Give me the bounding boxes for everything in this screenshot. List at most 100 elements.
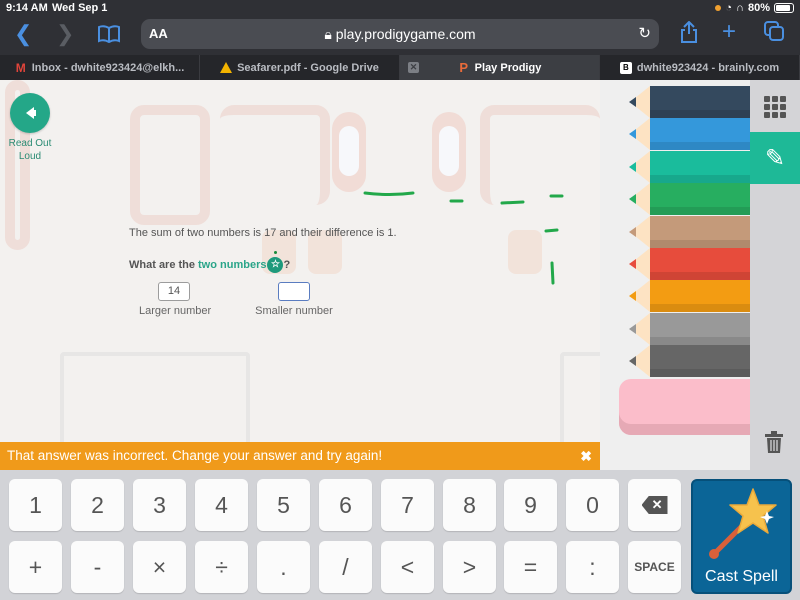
hint-lightbulb-icon[interactable]: ☆ <box>267 251 284 273</box>
key[interactable]: 0 <box>566 479 619 531</box>
key[interactable]: - <box>71 541 124 593</box>
key[interactable]: 9 <box>504 479 557 531</box>
feedback-message: That answer was incorrect. Change your a… <box>7 448 383 463</box>
brainly-favicon-icon: B <box>619 61 632 74</box>
browser-toolbar: ❮ ❯ AA 🔒︎ play.prodigygame.com ↻ + <box>0 17 800 55</box>
scribble-stroke <box>544 228 559 233</box>
key[interactable]: + <box>9 541 62 593</box>
color-pencil[interactable] <box>620 86 750 118</box>
wifi-icon: ◔ <box>725 2 733 14</box>
status-time: 9:14 AM <box>6 2 48 14</box>
pencil-tool-button[interactable]: ✎ <box>750 132 800 184</box>
color-pencil[interactable] <box>620 345 750 378</box>
trash-icon[interactable] <box>764 430 784 460</box>
larger-number-input[interactable]: 14 <box>158 282 190 301</box>
key[interactable]: . <box>257 541 310 593</box>
color-pencil[interactable] <box>620 215 750 248</box>
color-pencil[interactable] <box>620 248 750 280</box>
share-icon[interactable] <box>680 20 698 49</box>
tab-play-prodigy[interactable]: ✕ P Play Prodigy <box>400 55 600 80</box>
key[interactable]: 6 <box>319 479 372 531</box>
mic-indicator-icon <box>715 5 722 11</box>
tab-google-drive[interactable]: Seafarer.pdf - Google Drive <box>200 55 400 80</box>
pencil-body <box>650 183 750 216</box>
key[interactable]: / <box>319 541 372 593</box>
key[interactable]: 7 <box>381 479 434 531</box>
reload-icon[interactable]: ↻ <box>638 24 651 42</box>
pencil-body <box>650 312 750 345</box>
key[interactable]: 3 <box>133 479 186 531</box>
read-out-loud[interactable]: Read Out Loud <box>9 93 51 163</box>
key[interactable]: × <box>133 541 186 593</box>
color-pencil[interactable] <box>620 183 750 216</box>
back-chevron-icon[interactable]: ❮ <box>14 21 32 47</box>
status-indicators: ◔ ∩ 80% <box>715 2 794 14</box>
tab-title: Play Prodigy <box>474 61 542 74</box>
backspace-key[interactable]: ✕ <box>628 479 681 531</box>
space-key[interactable]: SPACE <box>628 541 681 593</box>
grid-icon[interactable] <box>764 96 786 118</box>
tab-brainly[interactable]: B dwhite923424 - brainly.com <box>600 55 800 80</box>
url-value: play.prodigygame.com <box>335 26 476 42</box>
key[interactable]: : <box>566 541 619 593</box>
key[interactable]: 2 <box>71 479 124 531</box>
drawing-color-panel <box>600 80 750 470</box>
pencil-body <box>650 150 750 183</box>
color-pencil[interactable] <box>620 280 750 313</box>
background-panel <box>560 352 600 442</box>
smaller-number-input[interactable] <box>278 282 310 301</box>
key[interactable]: 5 <box>257 479 310 531</box>
address-bar[interactable]: AA 🔒︎ play.prodigygame.com ↻ <box>141 19 659 49</box>
tab-gmail-inbox[interactable]: M Inbox - dwhite923424@elkh... <box>0 55 200 80</box>
background-pipe <box>220 105 330 205</box>
cast-spell-button[interactable]: Cast Spell <box>691 479 792 594</box>
pencil-lead-icon <box>629 323 636 334</box>
tab-close-icon[interactable]: ✕ <box>408 62 419 73</box>
key[interactable]: > <box>443 541 496 593</box>
game-question-area: Read Out Loud The sum of two numbers is … <box>0 80 600 442</box>
pencil-icon: ✎ <box>764 144 786 172</box>
key[interactable]: 4 <box>195 479 248 531</box>
key[interactable]: < <box>381 541 434 593</box>
pencil-body <box>650 280 750 313</box>
status-date: Wed Sep 1 <box>52 2 108 14</box>
tab-overview-icon[interactable] <box>764 21 784 47</box>
larger-number-label: Larger number <box>139 305 212 317</box>
color-pencil[interactable] <box>620 312 750 345</box>
read-out-loud-button[interactable] <box>10 93 50 133</box>
cast-spell-label: Cast Spell <box>705 568 778 585</box>
eraser-tool[interactable] <box>619 379 750 435</box>
color-pencil[interactable] <box>620 118 750 151</box>
pencil-body <box>650 86 750 118</box>
key[interactable]: = <box>504 541 557 593</box>
bookmarks-book-icon[interactable] <box>98 23 120 49</box>
background-porthole <box>432 112 466 192</box>
answer-smaller-number: Smaller number <box>255 282 333 317</box>
new-tab-plus-icon[interactable]: + <box>722 18 736 46</box>
color-pencil[interactable] <box>620 150 750 183</box>
incorrect-answer-banner: That answer was incorrect. Change your a… <box>0 442 600 470</box>
key[interactable]: ÷ <box>195 541 248 593</box>
forward-chevron-icon[interactable]: ❯ <box>56 21 74 47</box>
prompt-suffix: ? <box>283 259 291 271</box>
url-text[interactable]: 🔒︎ play.prodigygame.com <box>141 26 659 43</box>
pencil-lead-icon <box>629 129 636 140</box>
magic-wand-icon <box>709 488 777 559</box>
question-text: The sum of two numbers is 17 and their d… <box>129 227 397 239</box>
browser-tab-strip: M Inbox - dwhite923424@elkh... Seafarer.… <box>0 55 800 80</box>
key[interactable]: 1 <box>9 479 62 531</box>
read-out-loud-label: Read Out Loud <box>8 138 52 162</box>
prompt-prefix: What are the <box>129 259 196 271</box>
background-panel <box>60 352 250 442</box>
battery-icon <box>774 3 794 13</box>
status-bar: 9:14 AM Wed Sep 1 ◔ ∩ 80% <box>0 0 800 17</box>
close-banner-icon[interactable]: ✖ <box>580 442 592 470</box>
google-drive-favicon-icon <box>220 62 233 73</box>
pencil-body <box>650 118 750 151</box>
pencil-lead-icon <box>629 226 636 237</box>
question-prompt: What are the two numbers ☆ ? <box>129 251 291 273</box>
prompt-highlight-link[interactable]: two numbers <box>198 259 266 271</box>
scribble-stroke <box>550 261 555 285</box>
backspace-icon: ✕ <box>641 496 668 514</box>
key[interactable]: 8 <box>443 479 496 531</box>
